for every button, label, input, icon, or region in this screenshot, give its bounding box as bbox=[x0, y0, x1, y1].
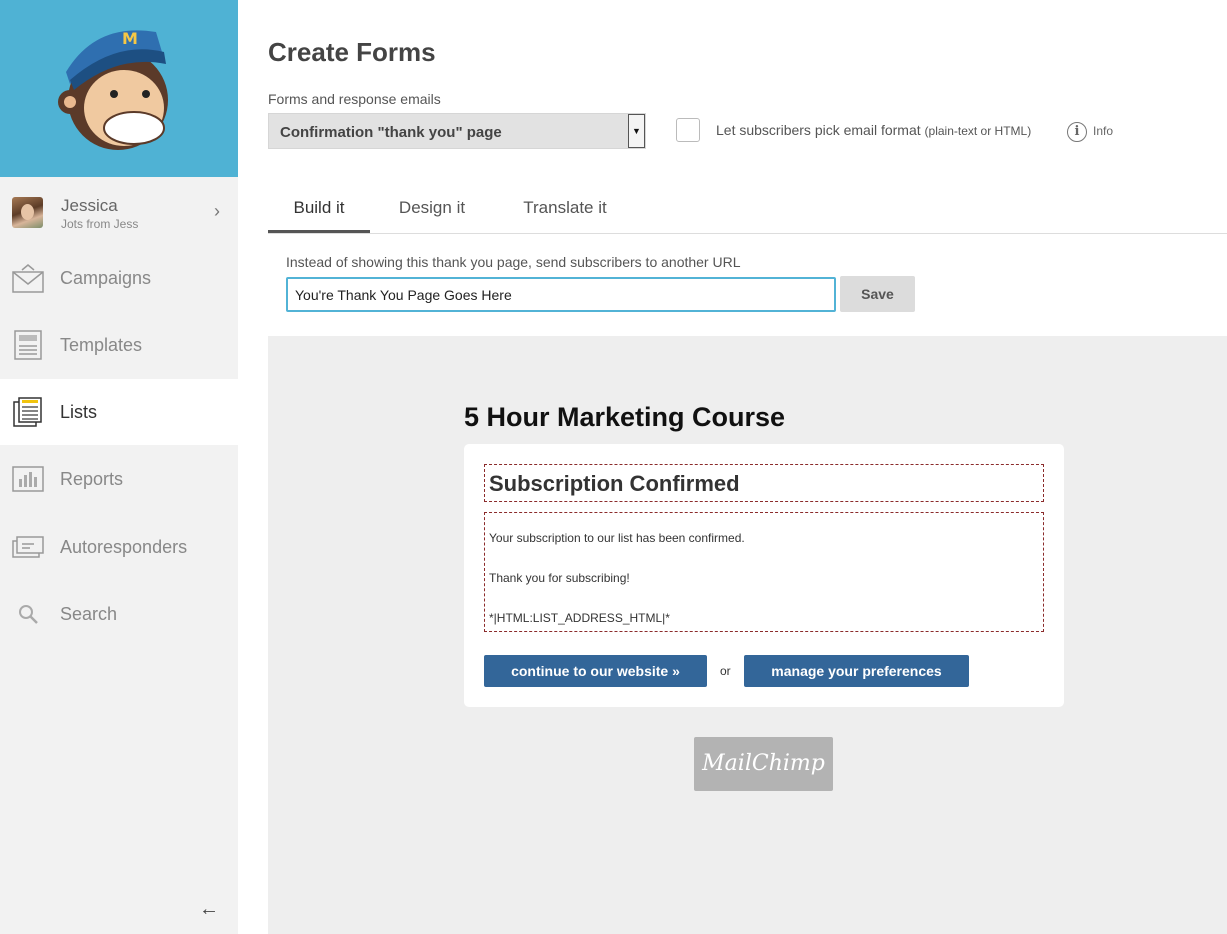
sidebar-item-label: Autoresponders bbox=[60, 537, 188, 557]
search-icon bbox=[19, 605, 38, 624]
body-line: Your subscription to our list has been c… bbox=[489, 531, 745, 545]
user-name: Jessica bbox=[61, 196, 118, 215]
envelope-icon bbox=[12, 264, 44, 293]
sidebar-item-reports[interactable]: Reports bbox=[0, 446, 238, 512]
sidebar-item-search[interactable]: Search bbox=[0, 581, 238, 647]
form-preview: 5 Hour Marketing Course Subscription Con… bbox=[268, 336, 1227, 934]
account-name: Jots from Jess bbox=[61, 217, 139, 231]
sidebar-item-campaigns[interactable]: Campaigns bbox=[0, 245, 238, 311]
info-link[interactable]: Info bbox=[1093, 124, 1113, 138]
list-title: 5 Hour Marketing Course bbox=[464, 402, 786, 432]
preview-card: Subscription Confirmed Your subscription… bbox=[464, 444, 1064, 707]
tab-build-it[interactable]: Build it bbox=[268, 190, 370, 233]
email-format-label: Let subscribers pick email format (plain… bbox=[716, 122, 1031, 138]
sidebar-item-label: Lists bbox=[60, 402, 98, 422]
sidebar-item-label: Search bbox=[60, 604, 118, 624]
svg-text:M: M bbox=[122, 29, 138, 48]
sidebar: M Jessica Jots from Jess › Campaigns Tem… bbox=[0, 0, 238, 934]
collapse-sidebar-icon[interactable]: ← bbox=[199, 898, 219, 921]
info-icon[interactable]: i bbox=[1067, 122, 1087, 142]
template-icon bbox=[14, 330, 42, 360]
redirect-url-input[interactable] bbox=[286, 277, 836, 312]
chart-icon bbox=[12, 466, 44, 492]
account-switcher[interactable]: Jessica Jots from Jess › bbox=[0, 187, 238, 241]
chevron-right-icon: › bbox=[214, 201, 220, 221]
sidebar-item-lists[interactable]: Lists bbox=[0, 379, 238, 445]
confirmation-heading: Subscription Confirmed bbox=[489, 471, 740, 496]
page-title: Create Forms bbox=[268, 37, 436, 67]
editable-body-block[interactable]: Your subscription to our list has been c… bbox=[484, 512, 1044, 632]
app-window: M Jessica Jots from Jess › Campaigns Tem… bbox=[0, 0, 1227, 934]
redirect-url-label: Instead of showing this thank you page, … bbox=[286, 254, 741, 270]
forms-select-value: Confirmation "thank you" page bbox=[280, 124, 502, 141]
save-button[interactable]: Save bbox=[840, 276, 915, 312]
main-content: Create Forms Forms and response emails C… bbox=[238, 0, 1227, 934]
manage-preferences-button[interactable]: manage your preferences bbox=[744, 655, 969, 687]
email-format-label-main: Let subscribers pick email format bbox=[716, 122, 921, 138]
continue-to-website-button[interactable]: continue to our website » bbox=[484, 655, 707, 687]
logo[interactable]: M bbox=[0, 0, 238, 177]
editable-heading-block[interactable]: Subscription Confirmed bbox=[484, 464, 1044, 502]
or-separator: or bbox=[720, 664, 731, 678]
sidebar-item-label: Campaigns bbox=[60, 268, 152, 288]
sidebar-item-label: Reports bbox=[60, 469, 124, 489]
autoresponder-icon bbox=[12, 536, 44, 558]
tab-design-it[interactable]: Design it bbox=[384, 190, 480, 233]
mailchimp-monkey-icon: M bbox=[58, 29, 168, 150]
body-line: *|HTML:LIST_ADDRESS_HTML|* bbox=[489, 611, 670, 625]
email-format-checkbox[interactable] bbox=[676, 118, 700, 142]
body-line: Thank you for subscribing! bbox=[489, 571, 630, 585]
sidebar-item-templates[interactable]: Templates bbox=[0, 312, 238, 378]
chevron-down-icon[interactable]: ▼ bbox=[628, 114, 645, 148]
sidebar-item-label: Templates bbox=[60, 335, 143, 355]
forms-select[interactable]: Confirmation "thank you" page ▼ bbox=[268, 113, 646, 149]
mailchimp-badge[interactable]: MailChimp bbox=[694, 737, 833, 791]
list-icon bbox=[13, 397, 42, 427]
tab-bar: Build it Design it Translate it bbox=[268, 190, 1227, 234]
forms-select-label: Forms and response emails bbox=[268, 91, 441, 107]
email-format-label-note: (plain-text or HTML) bbox=[924, 124, 1032, 138]
tab-translate-it[interactable]: Translate it bbox=[510, 190, 620, 233]
avatar bbox=[12, 197, 43, 228]
sidebar-item-autoresponders[interactable]: Autoresponders bbox=[0, 514, 238, 580]
